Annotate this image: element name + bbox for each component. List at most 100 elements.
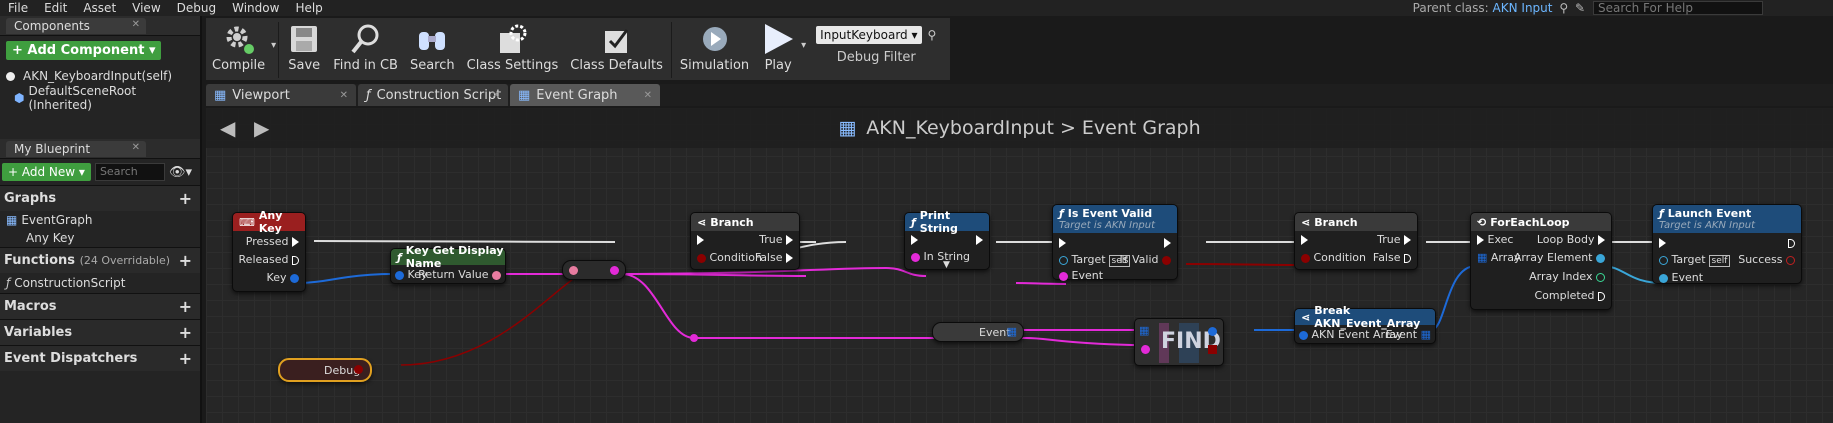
section-macros[interactable]: Macros + (0, 293, 200, 319)
menu-file[interactable]: File (0, 0, 36, 16)
exec-pin[interactable] (292, 237, 299, 247)
node-find[interactable]: FIND ▦ (1134, 318, 1224, 366)
add-variable-icon[interactable]: + (179, 323, 192, 342)
tab-event-graph[interactable]: ▦ Event Graph ✕ (510, 84, 660, 106)
menu-debug[interactable]: Debug (169, 0, 224, 16)
exec-pin[interactable] (1164, 238, 1171, 248)
exec-pin[interactable] (1659, 238, 1666, 248)
eye-icon[interactable]: 👁▾ (169, 165, 192, 180)
exec-pin[interactable] (1404, 235, 1411, 245)
string-pin[interactable] (610, 266, 619, 275)
array-pin-icon[interactable]: ▦ (1139, 324, 1149, 337)
node-launch-event[interactable]: ƒ Launch Event Target is AKN Input Target… (1652, 204, 1802, 284)
exec-pin[interactable] (1598, 291, 1605, 301)
exec-pin[interactable] (1059, 238, 1066, 248)
node-key-get-display-name[interactable]: ƒ Key Get Display Name Key Return Value (390, 244, 506, 284)
class-settings-button[interactable]: Class Settings (461, 22, 565, 78)
node-foreach-loop[interactable]: ⟲ ForEachLoop Exec Loop Body ▦ Array Arr… (1470, 212, 1612, 310)
string-pin[interactable] (569, 266, 578, 275)
node-break-event-array[interactable]: ⋖ Break AKN_Event_Array AKN Event Array … (1294, 304, 1436, 344)
bool-pin[interactable] (1162, 255, 1171, 265)
node-branch-2[interactable]: ⋖ Branch True Condition False (1294, 212, 1418, 270)
add-dispatcher-icon[interactable]: + (179, 349, 192, 368)
exec-pin[interactable] (786, 235, 793, 245)
bool-pin[interactable] (1208, 345, 1217, 354)
blueprint-search-input[interactable]: Search (94, 163, 165, 181)
graph-canvas[interactable]: ▦ AKN_KeyboardInput > Event Graph ◀ ▶ ⌨ … (206, 108, 1833, 423)
section-event-dispatchers[interactable]: Event Dispatchers + (0, 345, 200, 371)
magnifier-icon[interactable]: ⚲ (928, 28, 937, 42)
string-pin[interactable] (1141, 345, 1150, 354)
array-pin-icon[interactable]: ▦ (1477, 251, 1487, 264)
save-button[interactable]: Save (281, 22, 327, 78)
node-any-key[interactable]: ⌨ Any Key Pressed Released Key (232, 209, 306, 292)
exec-pin[interactable] (1598, 235, 1605, 245)
function-item-construction[interactable]: ƒ ConstructionScript (0, 273, 200, 293)
menu-window[interactable]: Window (224, 0, 287, 16)
struct-pin[interactable] (290, 273, 299, 283)
int-pin[interactable] (1596, 272, 1605, 282)
bool-pin[interactable] (1786, 255, 1795, 265)
graph-item-anykey[interactable]: Any Key (0, 229, 200, 247)
tab-components[interactable]: Components ✕ (6, 17, 146, 34)
node-event-variable[interactable]: Event ▦ (932, 322, 1024, 342)
section-graphs[interactable]: Graphs + (0, 185, 200, 211)
close-icon[interactable]: ✕ (132, 19, 140, 30)
menu-edit[interactable]: Edit (36, 0, 75, 16)
add-component-button[interactable]: + Add Component ▾ (6, 41, 162, 60)
section-variables[interactable]: Variables + (0, 319, 200, 345)
menu-view[interactable]: View (124, 0, 168, 16)
add-new-button[interactable]: + Add New ▾ (2, 163, 91, 181)
exec-pin[interactable] (911, 235, 918, 245)
wrench-icon[interactable]: ✎ (1575, 0, 1585, 16)
class-defaults-button[interactable]: Class Defaults (564, 22, 669, 78)
menu-help[interactable]: Help (287, 0, 330, 16)
exec-pin[interactable] (786, 253, 793, 263)
node-is-event-valid[interactable]: ƒ Is Event Valid Target is AKN Input Targ… (1052, 204, 1178, 282)
exec-pin[interactable] (1404, 253, 1411, 263)
menu-asset[interactable]: Asset (75, 0, 124, 16)
array-pin-icon[interactable]: ▦ (1007, 325, 1017, 338)
graph-item-eventgraph[interactable]: ▦ EventGraph (0, 211, 200, 229)
bool-pin[interactable] (1301, 253, 1310, 263)
object-pin[interactable] (1059, 255, 1068, 265)
play-button[interactable]: Play (755, 22, 801, 78)
close-icon[interactable]: ✕ (132, 142, 140, 153)
close-icon[interactable]: ✕ (492, 90, 500, 101)
close-icon[interactable]: ✕ (644, 90, 652, 101)
back-arrow-icon[interactable]: ◀ (220, 116, 235, 140)
string-pin[interactable] (492, 270, 501, 280)
add-graph-icon[interactable]: + (179, 189, 192, 208)
parent-class-value[interactable]: AKN Input (1493, 1, 1553, 15)
tab-my-blueprint[interactable]: My Blueprint ✕ (6, 140, 146, 157)
node-conversion[interactable] (562, 260, 626, 280)
find-in-cb-button[interactable]: Find in CB (327, 22, 404, 78)
exec-pin[interactable] (976, 235, 983, 245)
node-debug-variable[interactable]: Debug (278, 358, 372, 382)
component-item-root[interactable]: ⬢ DefaultSceneRoot (Inherited) (0, 84, 200, 112)
tab-viewport[interactable]: ▦ Viewport ✕ (206, 84, 356, 106)
exec-pin[interactable] (1301, 235, 1308, 245)
simulation-button[interactable]: Simulation (674, 22, 755, 78)
chevron-down-icon[interactable]: ▾ (271, 40, 276, 51)
exec-pin[interactable] (1477, 235, 1484, 245)
exec-pin[interactable] (1788, 238, 1795, 248)
search-button[interactable]: Search (404, 22, 461, 78)
help-search-input[interactable]: Search For Help (1593, 1, 1763, 15)
breadcrumb-root[interactable]: AKN_KeyboardInput (866, 117, 1054, 139)
add-function-icon[interactable]: + (179, 251, 192, 270)
section-functions[interactable]: Functions (24 Overridable) + (0, 247, 200, 273)
string-pin[interactable] (911, 252, 920, 262)
forward-arrow-icon[interactable]: ▶ (254, 116, 269, 140)
bool-pin[interactable] (697, 253, 706, 263)
close-icon[interactable]: ✕ (340, 90, 348, 101)
struct-pin[interactable] (1208, 327, 1217, 336)
struct-pin[interactable] (395, 270, 404, 280)
object-pin[interactable] (1596, 253, 1605, 263)
array-pin-icon[interactable]: ▦ (1421, 328, 1431, 341)
string-pin[interactable] (1059, 271, 1068, 281)
expand-icon[interactable]: ▼ (943, 260, 950, 270)
bool-pin[interactable] (354, 365, 363, 374)
object-pin[interactable] (1659, 255, 1668, 265)
node-branch-1[interactable]: ⋖ Branch True Condition False (690, 212, 800, 270)
